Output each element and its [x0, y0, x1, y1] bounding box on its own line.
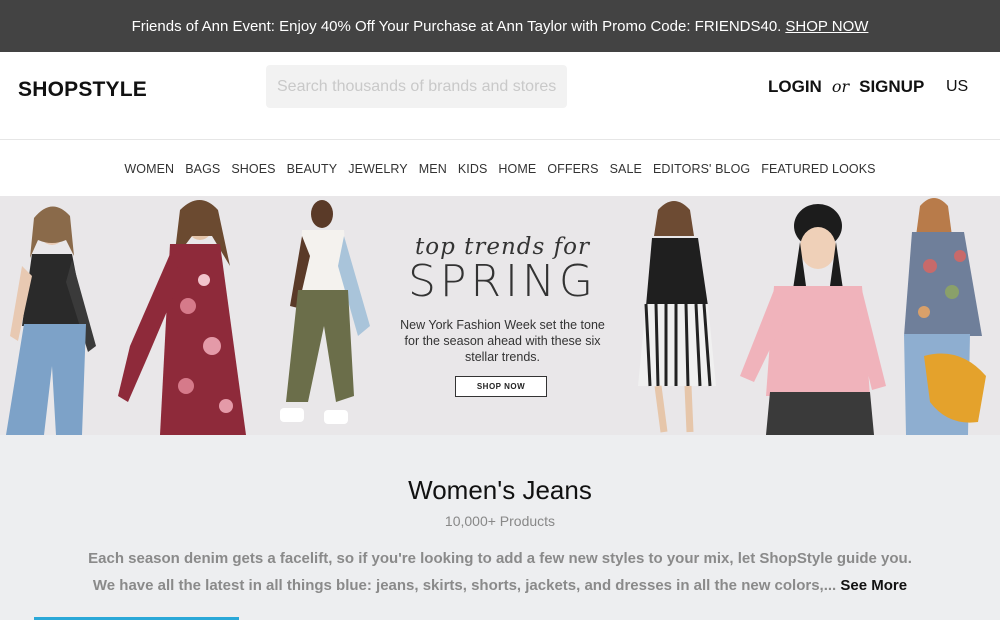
- auth-or-text: or: [831, 77, 850, 96]
- hero-model-image: [638, 201, 716, 433]
- hero-subtext: New York Fashion Week set the tone for t…: [400, 318, 605, 364]
- category-intro: Women's Jeans 10,000+ Products Each seas…: [0, 435, 1000, 620]
- nav-item-editors-blog[interactable]: EDITORS' BLOG: [653, 162, 750, 176]
- promo-banner: Friends of Ann Event: Enjoy 40% Off Your…: [0, 0, 1000, 52]
- product-count: 10,000+ Products: [444, 513, 556, 529]
- hero-model-image: [904, 198, 986, 435]
- nav-item-kids[interactable]: KIDS: [458, 162, 488, 176]
- page-title: Women's Jeans: [408, 475, 592, 505]
- nav-item-home[interactable]: HOME: [498, 162, 536, 176]
- hero-model-image: [118, 200, 246, 435]
- category-nav: WOMEN BAGS SHOES BEAUTY JEWELRY MEN KIDS…: [0, 141, 1000, 196]
- signup-link[interactable]: SIGNUP: [859, 77, 924, 97]
- nav-item-featured-looks[interactable]: FEATURED LOOKS: [761, 162, 875, 176]
- nav-item-beauty[interactable]: BEAUTY: [287, 162, 338, 176]
- hero-banner[interactable]: top trends for SPRING New York Fashion W…: [0, 196, 1000, 435]
- see-more-link[interactable]: See More: [840, 577, 907, 594]
- region-selector[interactable]: US: [946, 78, 968, 96]
- nav-item-bags[interactable]: BAGS: [185, 162, 220, 176]
- nav-item-jewelry[interactable]: JEWELRY: [348, 162, 408, 176]
- hero-model-image: [280, 200, 370, 424]
- promo-shop-now-link[interactable]: SHOP NOW: [785, 18, 868, 35]
- login-link[interactable]: LOGIN: [768, 77, 822, 97]
- nav-item-offers[interactable]: OFFERS: [547, 162, 598, 176]
- site-logo[interactable]: SHOPSTYLE: [18, 78, 147, 102]
- hero-model-image: [740, 204, 886, 435]
- promo-text: Friends of Ann Event: Enjoy 40% Off Your…: [131, 17, 782, 35]
- category-description: Each season denim gets a facelift, so if…: [80, 545, 920, 599]
- auth-links: LOGIN or SIGNUP: [768, 77, 924, 97]
- nav-item-shoes[interactable]: SHOES: [231, 162, 275, 176]
- hero-shop-now-button[interactable]: SHOP NOW: [455, 376, 547, 397]
- nav-item-men[interactable]: MEN: [419, 162, 447, 176]
- nav-item-women[interactable]: WOMEN: [124, 162, 174, 176]
- hero-model-image: [6, 206, 96, 435]
- hero-headline: SPRING: [407, 256, 598, 307]
- category-description-text: Each season denim gets a facelift, so if…: [88, 550, 912, 594]
- search-input[interactable]: [266, 65, 567, 108]
- site-header: SHOPSTYLE LOGIN or SIGNUP US: [0, 52, 1000, 140]
- nav-item-sale[interactable]: SALE: [610, 162, 642, 176]
- hero-copy: top trends for SPRING New York Fashion W…: [385, 196, 620, 435]
